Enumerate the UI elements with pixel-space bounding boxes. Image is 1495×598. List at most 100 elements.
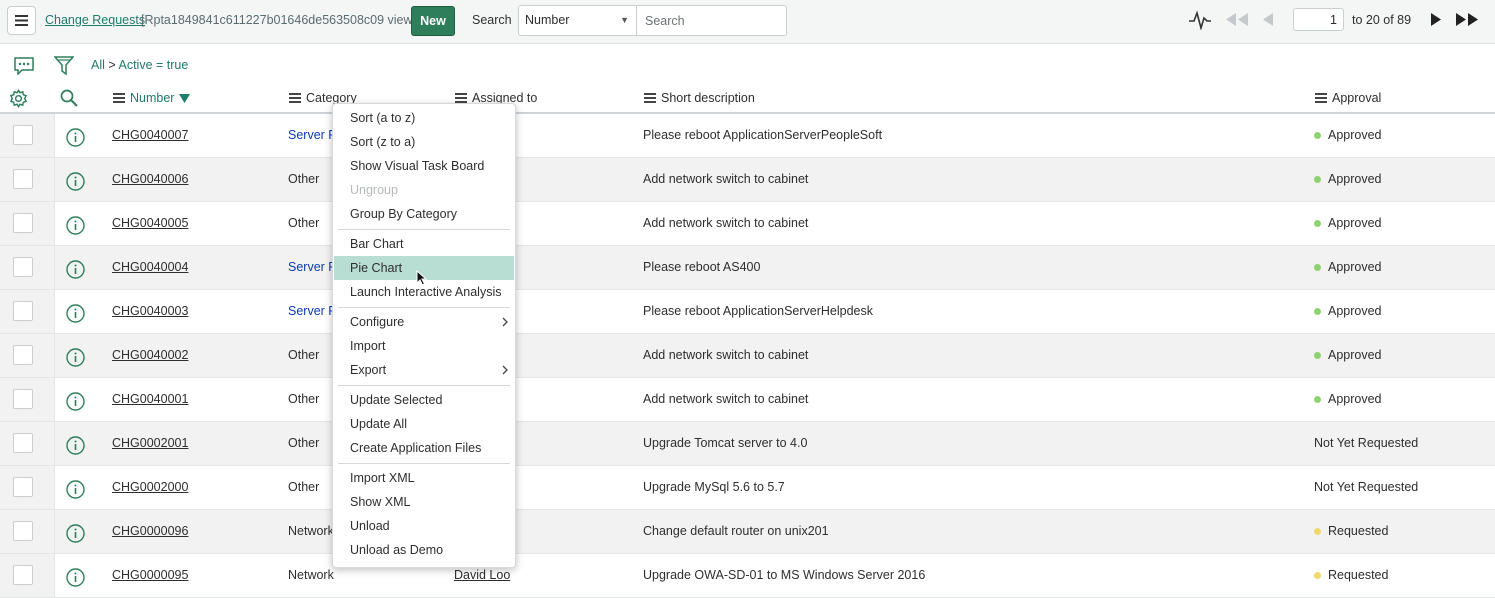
number-link[interactable]: CHG0000095 [112,568,188,582]
info-icon[interactable] [66,524,85,543]
search-input[interactable]: Search [637,5,787,36]
last-page-icon[interactable] [1455,13,1480,26]
menu-item-create-application-files[interactable]: Create Application Files [333,436,515,460]
search-icon[interactable] [60,89,78,107]
menu-item-bar-chart[interactable]: Bar Chart [333,232,515,256]
number-link[interactable]: CHG0040005 [112,216,188,230]
hamburger-menu-button[interactable] [7,6,36,35]
row-select-cell [0,290,55,333]
number-link[interactable]: CHG0040007 [112,128,188,142]
info-icon[interactable] [66,172,85,191]
page-number-input[interactable]: 1 [1293,8,1344,31]
row-checkbox[interactable] [13,477,33,497]
approval-text: Approved [1328,216,1382,230]
column-header-approval[interactable]: Approval [1315,91,1381,105]
number-link[interactable]: CHG0000096 [112,524,188,538]
table-row[interactable]: CHG0040002 Other Add network switch to c… [0,334,1495,378]
table-row[interactable]: CHG0040003 Server R Please reboot Applic… [0,290,1495,334]
row-checkbox[interactable] [13,301,33,321]
number-link[interactable]: CHG0040002 [112,348,188,362]
table-row[interactable]: CHG0040006 Other Add network switch to c… [0,158,1495,202]
category-cell: Server R [288,128,338,142]
menu-item-update-all[interactable]: Update All [333,412,515,436]
column-menu-icon[interactable] [289,93,301,103]
column-menu-icon[interactable] [113,93,125,103]
gear-icon[interactable] [9,89,28,108]
number-link[interactable]: CHG0040006 [112,172,188,186]
info-icon[interactable] [66,568,85,587]
menu-item-sort-z-a[interactable]: Sort (z to a) [333,130,515,154]
menu-item-show-visual-task-board[interactable]: Show Visual Task Board [333,154,515,178]
row-checkbox[interactable] [13,565,33,585]
pulse-icon[interactable] [1188,10,1212,30]
short-description-cell: Upgrade MySql 5.6 to 5.7 [643,480,785,494]
column-header-description[interactable]: Short description [644,91,755,105]
row-checkbox[interactable] [13,169,33,189]
info-icon[interactable] [66,348,85,367]
approval-status-dot [1314,307,1321,315]
approval-status-dot [1314,219,1321,227]
row-checkbox[interactable] [13,521,33,541]
new-button[interactable]: New [411,6,455,36]
menu-item-import-xml[interactable]: Import XML [333,466,515,490]
prev-page-icon[interactable] [1262,13,1274,26]
chat-icon[interactable] [13,57,35,75]
info-icon[interactable] [66,480,85,499]
menu-item-group-by-category[interactable]: Group By Category [333,202,515,226]
column-menu-icon[interactable] [455,93,467,103]
table-row[interactable]: CHG0000096 Network Change default router… [0,510,1495,554]
column-menu-icon[interactable] [1315,93,1327,103]
number-link[interactable]: CHG0040004 [112,260,188,274]
row-checkbox[interactable] [13,125,33,145]
approval-cell: Not Yet Requested [1314,480,1418,494]
first-page-icon[interactable] [1225,13,1249,26]
info-icon[interactable] [66,216,85,235]
view-label: [Rpta1849841c611227b01646de563508c09 vie… [141,13,417,27]
number-link[interactable]: CHG0002001 [112,436,188,450]
approval-text: Not Yet Requested [1314,480,1419,494]
menu-item-unload[interactable]: Unload [333,514,515,538]
row-checkbox[interactable] [13,433,33,453]
menu-item-export[interactable]: Export [333,358,515,382]
row-checkbox[interactable] [13,257,33,277]
assigned-to-link[interactable]: David Loo [454,568,510,582]
menu-item-configure[interactable]: Configure [333,310,515,334]
short-description-cell: Upgrade OWA-SD-01 to MS Windows Server 2… [643,568,926,582]
menu-item-unload-as-demo[interactable]: Unload as Demo [333,538,515,562]
table-row[interactable]: CHG0040007 Server R Please reboot Applic… [0,114,1495,158]
info-icon[interactable] [66,436,85,455]
table-row[interactable]: CHG0040004 Server R Please reboot AS400 … [0,246,1495,290]
row-checkbox[interactable] [13,389,33,409]
next-page-icon[interactable] [1430,13,1442,26]
short-description-cell: Upgrade Tomcat server to 4.0 [643,436,808,450]
menu-item-import[interactable]: Import [333,334,515,358]
number-link[interactable]: CHG0002000 [112,480,188,494]
column-header-number[interactable]: Number [113,91,191,105]
column-menu-icon[interactable] [644,93,656,103]
row-checkbox[interactable] [13,213,33,233]
menu-item-sort-a-z[interactable]: Sort (a to z) [333,106,515,130]
number-link[interactable]: CHG0040003 [112,304,188,318]
table-row[interactable]: CHG0002001 Other Upgrade Tomcat server t… [0,422,1495,466]
approval-cell: Approved [1314,216,1382,230]
info-icon[interactable] [66,304,85,323]
table-row[interactable]: CHG0040001 Other Add network switch to c… [0,378,1495,422]
table-row[interactable]: CHG0002000 Other Upgrade MySql 5.6 to 5.… [0,466,1495,510]
breadcrumb-all[interactable]: All [91,58,105,72]
table-row[interactable]: CHG0000095 Network David Loo Upgrade OWA… [0,554,1495,598]
approval-text: Not Yet Requested [1314,436,1419,450]
list-title-link[interactable]: Change Requests [45,13,145,27]
funnel-icon[interactable] [54,56,74,76]
number-link[interactable]: CHG0040001 [112,392,188,406]
table-row[interactable]: CHG0040005 Other Add network switch to c… [0,202,1495,246]
info-icon[interactable] [66,260,85,279]
menu-item-update-selected[interactable]: Update Selected [333,388,515,412]
search-field-select[interactable]: Number ▼ [518,5,637,36]
short-description-cell: Please reboot AS400 [643,260,761,274]
approval-cell: Approved [1314,348,1382,362]
menu-item-show-xml[interactable]: Show XML [333,490,515,514]
info-icon[interactable] [66,392,85,411]
row-checkbox[interactable] [13,345,33,365]
info-icon[interactable] [66,128,85,147]
breadcrumb-condition[interactable]: Active = true [119,58,189,72]
